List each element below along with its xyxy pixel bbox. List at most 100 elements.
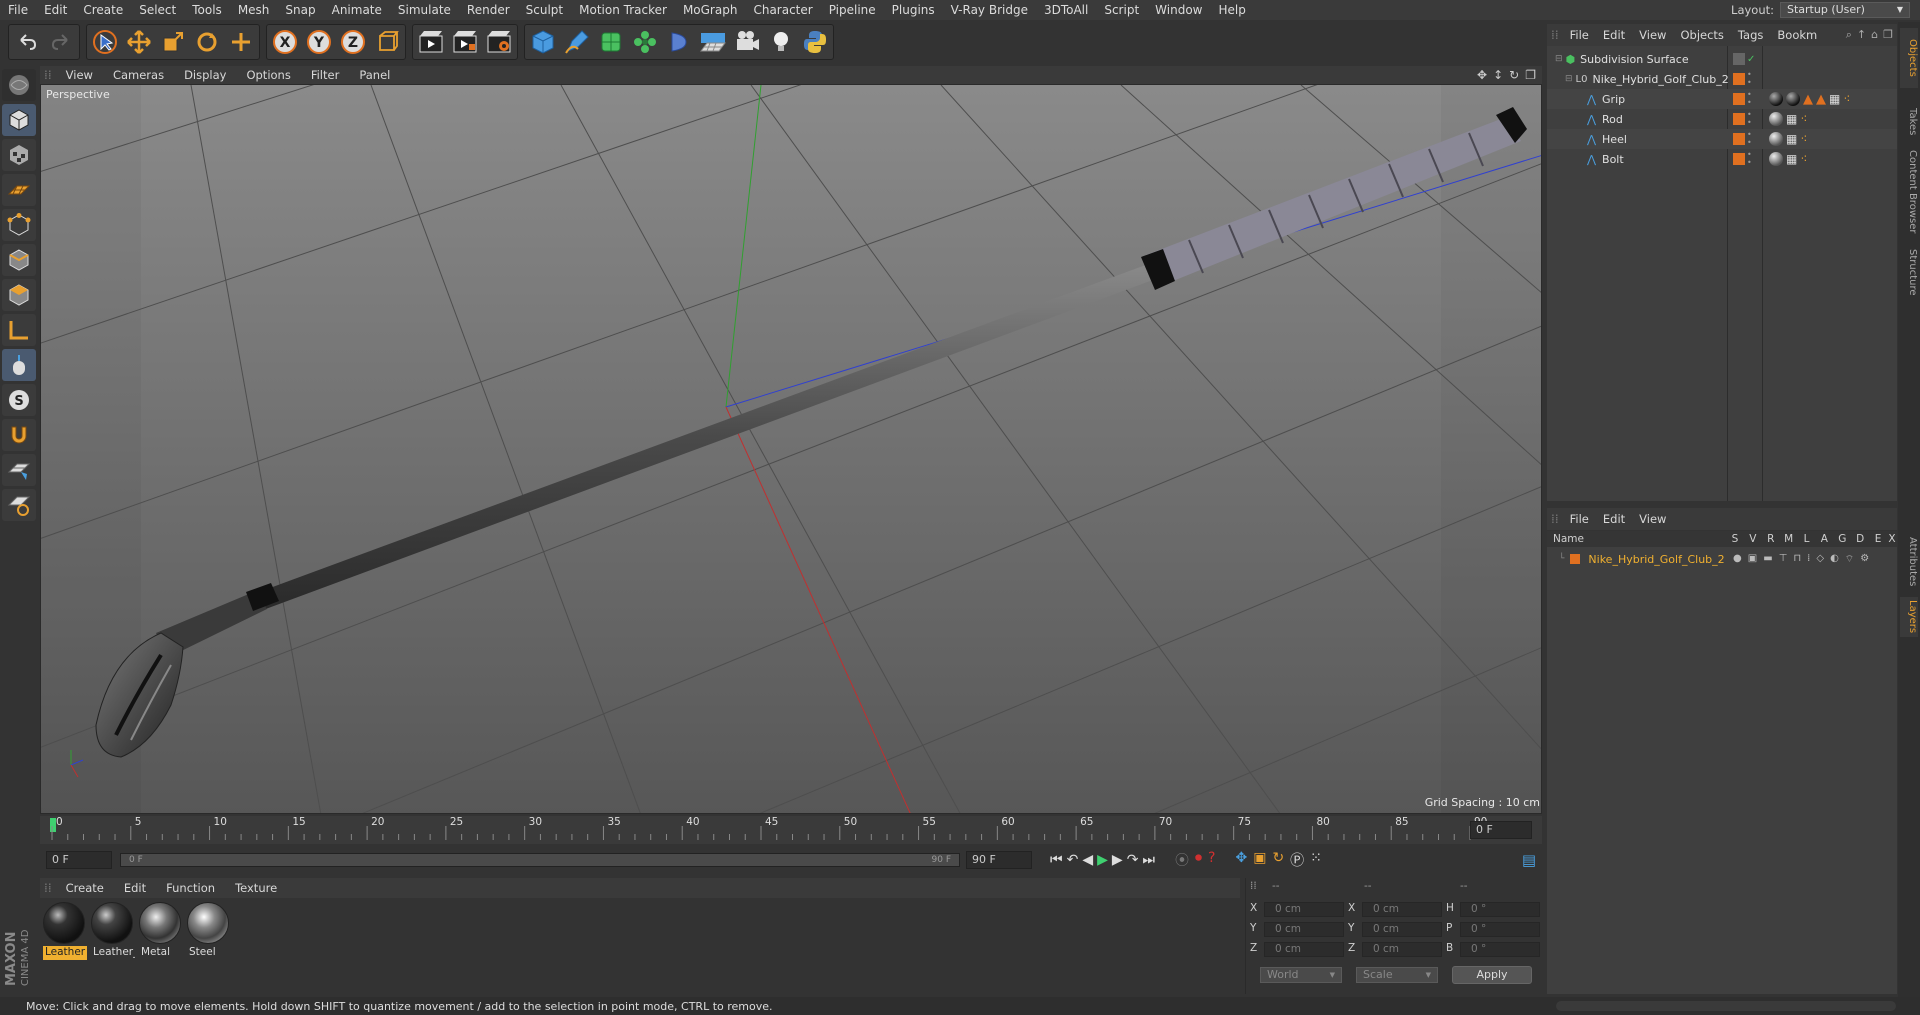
material-menu-texture[interactable]: Texture (225, 881, 287, 895)
uvw-tag-icon[interactable]: ▦ (1786, 112, 1797, 126)
menu-tools[interactable]: Tools (184, 0, 230, 20)
grid-lock-icon[interactable] (2, 489, 36, 521)
magnet-icon[interactable] (2, 419, 36, 451)
layer-color-swatch[interactable] (1733, 153, 1745, 165)
layer-color-swatch[interactable] (1733, 113, 1745, 125)
cube-icon[interactable] (526, 25, 560, 59)
layer-color-swatch[interactable] (1733, 73, 1745, 85)
current-frame-field[interactable]: 0 F (1470, 821, 1532, 839)
start-frame-field[interactable]: 0 F (46, 851, 112, 869)
material-item[interactable]: Steel (187, 902, 231, 960)
model-mode-icon[interactable] (2, 104, 36, 136)
phong-tag-icon[interactable]: ▲ (1816, 92, 1826, 107)
object-row[interactable]: ⋀ Bolt • • ▦ ⁖ (1547, 149, 1897, 169)
deformer-toggle-icon[interactable]: ◐ (1830, 553, 1839, 566)
go-to-start-icon[interactable]: ⏮ (1050, 852, 1063, 868)
column-manager[interactable]: M (1780, 533, 1798, 545)
material-tag-icon[interactable] (1769, 112, 1783, 126)
layer-color-swatch[interactable] (1733, 53, 1745, 65)
previous-key-icon[interactable]: ↶ (1067, 852, 1079, 868)
lock-toggle-icon[interactable]: ⊓ (1793, 553, 1801, 566)
lm-menu-edit[interactable]: Edit (1596, 512, 1632, 526)
layer-color-swatch[interactable] (1570, 554, 1581, 564)
column-view[interactable]: V (1744, 533, 1762, 545)
render-picture-viewer-icon[interactable] (448, 25, 482, 59)
next-frame-icon[interactable]: ▶ (1112, 852, 1123, 868)
previous-frame-icon[interactable]: ◀ (1082, 852, 1093, 868)
snap-icon[interactable]: S (2, 384, 36, 416)
apply-button[interactable]: Apply (1452, 966, 1532, 984)
rotation-h-field[interactable]: 0 ° (1460, 902, 1540, 917)
enabled-check-icon[interactable]: ✓ (1747, 54, 1755, 65)
column-deformers[interactable]: D (1851, 533, 1869, 545)
make-editable-icon[interactable] (2, 69, 36, 101)
om-menu-view[interactable]: View (1632, 28, 1673, 42)
x-axis-icon[interactable]: X (268, 25, 302, 59)
visibility-dots-icon[interactable]: • • (1747, 71, 1752, 87)
z-axis-icon[interactable]: Z (336, 25, 370, 59)
tweak-mode-icon[interactable] (2, 349, 36, 381)
light-icon[interactable] (764, 25, 798, 59)
timeline-ruler[interactable]: 0 5 10 15 20 25 30 35 40 45 50 55 60 65 … (40, 816, 1542, 844)
solo-toggle-icon[interactable]: ● (1733, 553, 1742, 566)
tab-content-browser[interactable]: Content Browser (1900, 147, 1918, 237)
position-y-field[interactable]: 0 cm (1264, 922, 1344, 937)
column-solo[interactable]: S (1726, 533, 1744, 545)
viewport-menu-panel[interactable]: Panel (349, 68, 400, 82)
material-menu-function[interactable]: Function (156, 881, 225, 895)
keyframe-selection-icon[interactable]: ? (1208, 850, 1215, 870)
tab-objects[interactable]: Objects (1900, 28, 1918, 88)
range-slider[interactable]: 0 F 90 F (120, 853, 960, 867)
end-frame-field[interactable]: 90 F (966, 851, 1032, 869)
material-item[interactable]: Leather_ (91, 902, 135, 960)
uvw-tag-icon[interactable]: ▦ (1786, 132, 1797, 146)
workplane-icon[interactable] (2, 174, 36, 206)
point-level-icon[interactable]: ⁙ (1310, 850, 1322, 870)
size-x-field[interactable]: 0 cm (1362, 902, 1442, 917)
timeline-window-icon[interactable]: ▤ (1522, 851, 1536, 869)
menu-file[interactable]: File (0, 0, 36, 20)
menu-motion-tracker[interactable]: Motion Tracker (571, 0, 675, 20)
menu-animate[interactable]: Animate (324, 0, 390, 20)
scale-key-icon[interactable]: ▣ (1253, 850, 1266, 870)
column-expressions[interactable]: E (1869, 533, 1887, 545)
uvw-tag-icon[interactable]: ▦ (1829, 92, 1840, 107)
record-active-icon[interactable]: ⦿ (1175, 850, 1189, 870)
material-tag-icon[interactable] (1769, 152, 1783, 166)
phong-tag-icon[interactable]: ▲ (1803, 92, 1813, 107)
expand-icon[interactable]: ⊟ (1565, 74, 1573, 84)
layer-color-swatch[interactable] (1733, 133, 1745, 145)
orbit-icon[interactable]: ↻ (1509, 68, 1519, 82)
object-row[interactable]: ⋀ Grip • • ▲ ▲ ▦ ⁖ (1547, 89, 1897, 109)
xref-toggle-icon[interactable]: ⚙ (1860, 553, 1869, 566)
menu-pipeline[interactable]: Pipeline (821, 0, 884, 20)
material-menu-create[interactable]: Create (56, 881, 114, 895)
animation-toggle-icon[interactable]: ⁞ (1807, 553, 1810, 566)
uvw-tag-icon[interactable]: ▦ (1786, 152, 1797, 166)
column-generators[interactable]: G (1833, 533, 1851, 545)
selection-tag-icon[interactable]: ⁖ (1800, 112, 1807, 126)
python-icon[interactable] (798, 25, 832, 59)
object-row[interactable]: ⋀ Heel • • ▦ ⁖ (1547, 129, 1897, 149)
menu-sculpt[interactable]: Sculpt (518, 0, 571, 20)
om-menu-bookmarks[interactable]: Bookm (1770, 28, 1824, 42)
cloner-icon[interactable] (628, 25, 662, 59)
view-toggle-icon[interactable]: ▣ (1748, 553, 1757, 566)
menu-select[interactable]: Select (131, 0, 184, 20)
undo-icon[interactable] (10, 25, 44, 59)
points-mode-icon[interactable] (2, 209, 36, 241)
viewport-menu-view[interactable]: View (56, 68, 103, 82)
dolly-icon[interactable]: ↕ (1493, 68, 1503, 82)
move-plus-icon[interactable] (224, 25, 258, 59)
tab-attributes[interactable]: Attributes (1900, 532, 1918, 592)
tab-structure[interactable]: Structure (1900, 242, 1918, 302)
menu-edit[interactable]: Edit (36, 0, 75, 20)
expression-toggle-icon[interactable]: ⌔ (1845, 553, 1854, 566)
object-row[interactable]: ⊟ ⬢ Subdivision Surface ✓ (1547, 49, 1897, 69)
menu-mograph[interactable]: MoGraph (675, 0, 746, 20)
status-scrollbar[interactable] (1556, 1001, 1896, 1011)
tab-layers[interactable]: Layers (1900, 597, 1918, 637)
scale-icon[interactable] (156, 25, 190, 59)
viewport-menu-display[interactable]: Display (174, 68, 236, 82)
visibility-dots-icon[interactable]: • • (1747, 131, 1752, 147)
